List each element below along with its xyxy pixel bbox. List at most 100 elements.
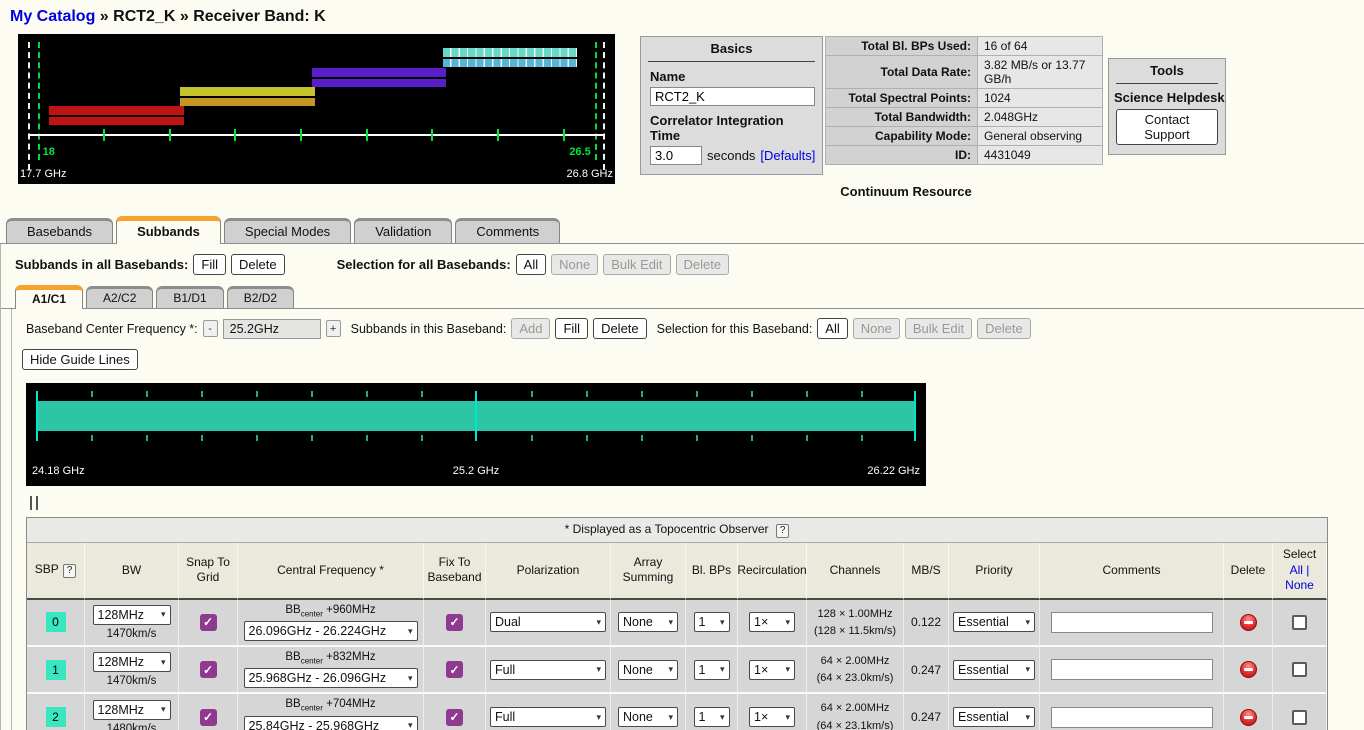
snap-to-grid-checkbox[interactable]: ✓ [200,661,217,678]
summary-value: 16 of 64 [978,37,1103,56]
axis-tick [431,129,433,141]
bl-bps-select[interactable]: 1▾ [694,660,730,680]
baseband-delete-button[interactable]: Delete [593,318,647,339]
recirculation-select[interactable]: 1×▾ [749,707,795,727]
bw-select[interactable]: 128MHz▾ [93,700,171,720]
tab-basebands[interactable]: Basebands [6,218,113,243]
bl-bps-select[interactable]: 1▾ [694,612,730,632]
snap-to-grid-checkbox[interactable]: ✓ [200,614,217,631]
mb-s-cell: 0.122 [904,600,949,647]
baseband-tab-b1-d1[interactable]: B1/D1 [156,286,223,308]
frequency-increment-button[interactable]: + [326,320,341,337]
central-frequency-select[interactable]: 26.096GHz - 26.224GHz▾ [244,621,418,641]
comment-input[interactable] [1051,612,1213,633]
priority-select[interactable]: Essential▾ [953,707,1035,727]
fix-to-baseband-checkbox[interactable]: ✓ [446,614,463,631]
select-none-link[interactable]: None [1285,578,1314,592]
select-row-checkbox[interactable] [1292,710,1307,725]
array-summing-select[interactable]: None▾ [618,660,678,680]
header-line: Snap To [186,555,230,571]
summary-label: Capability Mode: [826,127,978,146]
snap-to-grid-cell: ✓ [179,600,238,647]
baseband-selection-delete-button[interactable]: Delete [977,318,1031,339]
array-summing-select[interactable]: None▾ [618,612,678,632]
recirculation-select-value: 1× [754,710,768,724]
all-basebands-selection-delete-button[interactable]: Delete [676,254,730,275]
defaults-link[interactable]: [Defaults] [760,148,815,163]
snap-to-grid-checkbox[interactable]: ✓ [200,709,217,726]
breadcrumb-my-catalog-link[interactable]: My Catalog [10,8,95,25]
polarization-select[interactable]: Dual▾ [490,612,606,632]
hide-guide-lines-button[interactable]: Hide Guide Lines [22,349,138,370]
select-all-link[interactable]: All [1290,563,1303,577]
all-basebands-selection-all-button[interactable]: All [516,254,546,275]
baseband-selection-none-button[interactable]: None [853,318,900,339]
bl-bps-select[interactable]: 1▾ [694,707,730,727]
tab-validation[interactable]: Validation [354,218,452,243]
array-summing-select[interactable]: None▾ [618,707,678,727]
baseband-tab-a1-c1[interactable]: A1/C1 [15,285,83,309]
tab-special-modes[interactable]: Special Modes [224,218,351,243]
summary-row: Total Spectral Points:1024 [826,89,1103,108]
comments-cell [1040,600,1224,647]
baseband-tab-a2-c2[interactable]: A2/C2 [86,286,153,308]
recirculation-select[interactable]: 1×▾ [749,612,795,632]
summary-row: Total Bandwidth:2.048GHz [826,108,1103,127]
bw-select-value: 128MHz [98,655,145,669]
bw-select[interactable]: 128MHz▾ [93,652,171,672]
baseband-selection-bulk-edit-button[interactable]: Bulk Edit [905,318,972,339]
polarization-select-value: Full [495,663,515,677]
recirculation-select[interactable]: 1×▾ [749,660,795,680]
column-header-mb-s: MB/S [904,543,949,600]
comment-input[interactable] [1051,707,1213,728]
select-row-checkbox[interactable] [1292,615,1307,630]
all-basebands-delete-button[interactable]: Delete [231,254,285,275]
central-frequency-select[interactable]: 25.84GHz - 25.968GHz▾ [244,716,418,730]
summary-value: 3.82 MB/s or 13.77 GB/h [978,56,1103,89]
baseband-tab-b2-d2[interactable]: B2/D2 [227,286,294,308]
select-row-checkbox[interactable] [1292,662,1307,677]
baseband-center-line [475,391,477,441]
header-line: Summing [623,570,674,586]
polarization-select[interactable]: Full▾ [490,707,606,727]
all-basebands-bar: Subbands in all Basebands: FillDelete Se… [1,244,1364,283]
help-icon[interactable]: ? [63,564,77,578]
delete-subband-button[interactable] [1240,661,1257,678]
delete-subband-button[interactable] [1240,709,1257,726]
divider [648,61,815,62]
summary-row: Total Data Rate:3.82 MB/s or 13.77 GB/h [826,56,1103,89]
priority-select[interactable]: Essential▾ [953,612,1035,632]
contact-support-button[interactable]: Contact Support [1116,109,1218,145]
central-frequency-select[interactable]: 25.968GHz - 26.096GHz▾ [244,668,418,688]
help-icon[interactable]: ? [776,524,790,538]
all-basebands-selection-bulk-edit-button[interactable]: Bulk Edit [603,254,670,275]
header-line: Bl. BPs [692,563,731,579]
header-line: Array [634,555,663,571]
baseband-panel: Baseband Center Frequency *: - 25.2GHz +… [11,309,1364,730]
baseband-subband-plot: 24.18 GHz25.2 GHz26.22 GHz [26,383,926,486]
tab-subbands[interactable]: Subbands [116,216,221,244]
baseband-add-button[interactable]: Add [511,318,550,339]
all-basebands-fill-button[interactable]: Fill [193,254,226,275]
channels-velocity: (64 × 23.0km/s) [817,671,894,685]
delete-subband-button[interactable] [1240,614,1257,631]
baseband-fill-button[interactable]: Fill [555,318,588,339]
name-input[interactable] [650,87,815,106]
tab-comments[interactable]: Comments [455,218,560,243]
central-frequency-select-value: 26.096GHz - 26.224GHz [249,624,387,638]
fix-to-baseband-checkbox[interactable]: ✓ [446,709,463,726]
integration-time-input[interactable] [650,146,702,165]
bw-select[interactable]: 128MHz▾ [93,605,171,625]
frequency-decrement-button[interactable]: - [203,320,218,337]
all-basebands-selection-none-button[interactable]: None [551,254,598,275]
bw-cell: 128MHz▾1470km/s [85,600,179,647]
priority-select[interactable]: Essential▾ [953,660,1035,680]
polarization-select[interactable]: Full▾ [490,660,606,680]
splitter-handle[interactable] [30,496,1364,510]
comments-cell [1040,694,1224,730]
baseband-selection-all-button[interactable]: All [817,318,847,339]
fix-to-baseband-checkbox[interactable]: ✓ [446,661,463,678]
channels-value: 64 × 2.00MHz [821,701,890,715]
comment-input[interactable] [1051,659,1213,680]
chevron-down-icon: ▾ [1025,712,1030,723]
